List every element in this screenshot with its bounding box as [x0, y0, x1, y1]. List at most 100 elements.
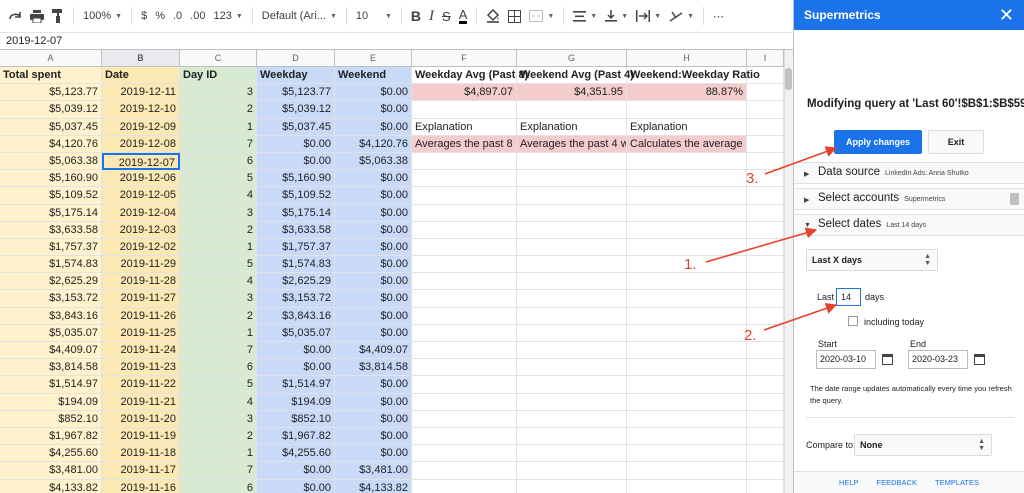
strikethrough-button[interactable]: S: [438, 4, 455, 28]
table-cell[interactable]: $0.00: [257, 152, 335, 171]
column-header-f[interactable]: F: [412, 50, 517, 67]
table-cell[interactable]: 4: [180, 393, 257, 411]
table-cell[interactable]: 7: [180, 135, 257, 153]
zoom-select[interactable]: 100% ▼: [79, 4, 126, 28]
table-cell[interactable]: [412, 479, 517, 493]
table-cell[interactable]: $1,574.83: [0, 256, 102, 274]
table-cell[interactable]: [627, 187, 747, 205]
table-cell[interactable]: [517, 152, 627, 171]
table-cell[interactable]: $1,967.82: [257, 427, 335, 446]
table-cell[interactable]: 5: [180, 170, 257, 188]
table-cell[interactable]: $0.00: [335, 273, 412, 291]
table-cell[interactable]: 2019-11-28: [102, 273, 180, 291]
table-cell[interactable]: $2,625.29: [0, 273, 102, 291]
table-cell[interactable]: [747, 393, 784, 411]
start-date-input[interactable]: 2020-03-10: [816, 350, 876, 369]
table-cell[interactable]: [627, 273, 747, 291]
explanation-label[interactable]: Explanation: [517, 118, 627, 136]
table-cell[interactable]: 2019-12-06: [102, 170, 180, 188]
table-cell[interactable]: $0.00: [257, 479, 335, 493]
table-cell[interactable]: 2019-11-18: [102, 445, 180, 463]
table-cell[interactable]: 2019-12-08: [102, 135, 180, 153]
table-cell[interactable]: [627, 221, 747, 239]
table-cell[interactable]: [747, 479, 784, 493]
table-cell[interactable]: [627, 290, 747, 308]
table-cell[interactable]: $5,109.52: [0, 187, 102, 205]
font-size-select[interactable]: 10 ▼: [352, 4, 396, 28]
explanation-label[interactable]: Explanation: [627, 118, 747, 136]
table-cell[interactable]: [412, 410, 517, 428]
table-cell[interactable]: [412, 324, 517, 342]
column-header-b[interactable]: B: [102, 50, 180, 67]
decrease-decimal-button[interactable]: .0: [169, 4, 186, 28]
horizontal-align-button[interactable]: ▼: [569, 4, 601, 28]
table-cell[interactable]: [517, 324, 627, 342]
table-cell[interactable]: $4,409.07: [335, 342, 412, 360]
table-cell[interactable]: $4,133.82: [0, 479, 102, 493]
table-cell[interactable]: $5,160.90: [257, 170, 335, 188]
table-cell[interactable]: [517, 342, 627, 360]
table-cell[interactable]: [627, 393, 747, 411]
table-cell[interactable]: [747, 67, 784, 85]
table-cell[interactable]: [627, 101, 747, 119]
including-today-checkbox[interactable]: [848, 316, 858, 326]
print-button[interactable]: [26, 4, 48, 28]
table-cell[interactable]: $852.10: [257, 410, 335, 428]
table-cell[interactable]: $5,175.14: [257, 204, 335, 222]
table-cell[interactable]: [412, 204, 517, 222]
calendar-icon[interactable]: [882, 354, 893, 365]
help-link[interactable]: HELP: [839, 472, 859, 493]
table-cell[interactable]: [627, 376, 747, 394]
table-cell[interactable]: 1: [180, 324, 257, 342]
table-cell[interactable]: 2: [180, 427, 257, 446]
table-cell[interactable]: $5,109.52: [257, 187, 335, 205]
table-cell[interactable]: [517, 204, 627, 222]
header-cell[interactable]: Date: [102, 67, 180, 85]
table-cell[interactable]: $4,255.60: [0, 445, 102, 463]
header-cell[interactable]: Weekend: [335, 67, 412, 85]
date-range-select[interactable]: Last X days ▲ ▼: [806, 249, 938, 271]
fill-color-button[interactable]: [482, 4, 504, 28]
end-date-input[interactable]: 2020-03-23: [908, 350, 968, 369]
table-cell[interactable]: [627, 204, 747, 222]
table-cell[interactable]: $0.00: [335, 307, 412, 325]
table-cell[interactable]: 2019-11-16: [102, 479, 180, 493]
table-cell[interactable]: $3,633.58: [257, 221, 335, 239]
table-cell[interactable]: [517, 410, 627, 428]
table-cell[interactable]: [627, 238, 747, 257]
table-cell[interactable]: $0.00: [335, 445, 412, 463]
table-cell[interactable]: [747, 221, 784, 239]
table-cell[interactable]: $1,514.97: [257, 376, 335, 394]
table-cell[interactable]: 2: [180, 221, 257, 239]
table-cell[interactable]: [412, 445, 517, 463]
table-cell[interactable]: $3,814.58: [0, 359, 102, 377]
table-cell[interactable]: [747, 273, 784, 291]
table-cell[interactable]: $0.00: [257, 135, 335, 153]
table-cell[interactable]: $1,757.37: [257, 238, 335, 257]
table-cell[interactable]: $3,481.00: [0, 462, 102, 480]
table-cell[interactable]: $0.00: [257, 342, 335, 360]
table-cell[interactable]: [412, 307, 517, 325]
table-cell[interactable]: 2019-12-09: [102, 118, 180, 136]
summary-value[interactable]: $4,351.95: [517, 84, 627, 102]
table-cell[interactable]: 2: [180, 307, 257, 325]
more-formats-select[interactable]: 123 ▼: [209, 4, 246, 28]
table-cell[interactable]: 4: [180, 273, 257, 291]
section-data-source[interactable]: ▶ Data source LinkedIn Ads: Anna Shutko: [794, 162, 1024, 184]
text-rotation-button[interactable]: ▼: [665, 4, 698, 28]
table-cell[interactable]: [747, 376, 784, 394]
table-cell[interactable]: $5,039.12: [0, 101, 102, 119]
table-cell[interactable]: [517, 101, 627, 119]
table-cell[interactable]: $5,039.12: [257, 101, 335, 119]
table-cell[interactable]: [517, 445, 627, 463]
table-cell[interactable]: [517, 307, 627, 325]
table-cell[interactable]: 2019-11-22: [102, 376, 180, 394]
table-cell[interactable]: $0.00: [335, 324, 412, 342]
table-cell[interactable]: [627, 462, 747, 480]
table-cell[interactable]: [747, 118, 784, 136]
table-cell[interactable]: $0.00: [335, 410, 412, 428]
table-cell[interactable]: 2019-12-02: [102, 238, 180, 257]
table-cell[interactable]: 3: [180, 84, 257, 102]
table-cell[interactable]: $5,160.90: [0, 170, 102, 188]
more-options-button[interactable]: ⋯: [709, 4, 728, 28]
